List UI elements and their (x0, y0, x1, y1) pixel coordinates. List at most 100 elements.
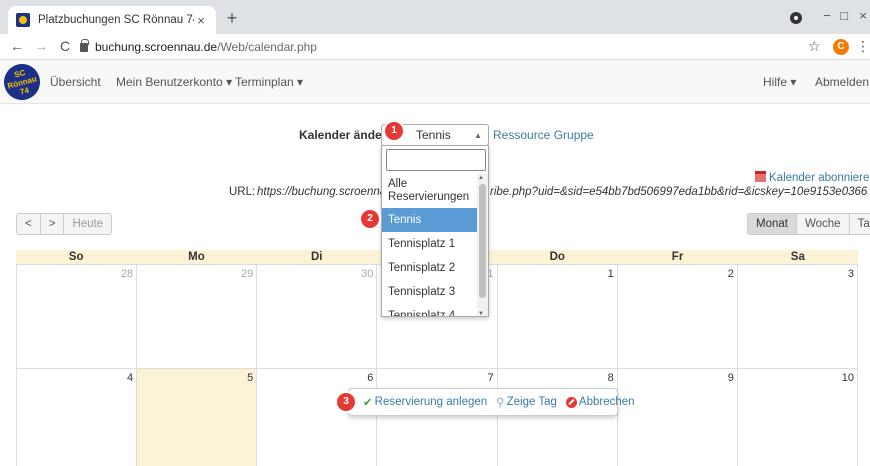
nav-my-account[interactable]: Mein Benutzerkonto ▾ (116, 75, 232, 89)
day-cell[interactable]: 9 (616, 368, 737, 466)
option-court-1[interactable]: Tennisplatz 1 (382, 232, 478, 256)
site-favicon-icon (16, 13, 30, 27)
close-window-icon[interactable]: × (851, 8, 870, 23)
calendar-icon (755, 171, 766, 182)
close-tab-icon[interactable]: × (194, 13, 208, 28)
url-host: buchung.scroennau.de (95, 40, 218, 54)
cancel-label: Abbrechen (578, 396, 635, 408)
day-cell[interactable]: 28 (16, 264, 137, 368)
day-cell[interactable]: 4 (16, 368, 137, 466)
weekday-sat: Sa (790, 251, 805, 263)
checkmark-icon: ✔ (363, 397, 373, 409)
option-all-reservations[interactable]: Alle Reservierungen (382, 174, 478, 208)
nav-schedule[interactable]: Terminplan ▾ (235, 75, 303, 89)
day-number: 7 (487, 372, 494, 384)
view-switch-group: Monat Woche Tag (747, 213, 870, 235)
day-number: 1 (607, 268, 614, 280)
ics-url-start: https://buchung.scroennau.d (257, 186, 381, 198)
select-caret-icon: ▲ (474, 131, 482, 140)
day-action-popup: ✔ Reservierung anlegen ⚲ Zeige Tag Abbrech… (348, 388, 635, 416)
browser-tab[interactable]: Platzbuchungen SC Rönnau 74 - × (8, 6, 216, 34)
day-cell[interactable]: 3 (736, 264, 858, 368)
weekday-tue: Di (310, 251, 323, 263)
step-badge-2: 2 (361, 210, 379, 228)
today-button[interactable]: Heute (64, 214, 111, 234)
new-tab-icon[interactable]: + (222, 8, 242, 29)
create-reservation-button[interactable]: ✔ Reservierung anlegen (363, 395, 487, 409)
scroll-down-icon[interactable]: ▼ (478, 311, 484, 316)
forward-arrow-icon[interactable]: → (32, 38, 50, 54)
day-number: 3 (847, 268, 854, 280)
option-tennis[interactable]: Tennis (382, 208, 478, 232)
resource-group-link[interactable]: Ressource Gruppe (493, 128, 594, 142)
subscribe-calendar-label: Kalender abonnieren (769, 172, 870, 184)
dropdown-search-input[interactable] (386, 149, 486, 171)
option-court-2[interactable]: Tennisplatz 2 (382, 256, 478, 280)
ics-url-end: ribe.php?uid=&sid=e54bb7bd506997eda1bb&r… (490, 186, 868, 198)
day-cell[interactable]: 6 (256, 368, 377, 466)
day-number: 8 (607, 372, 614, 384)
lock-icon (80, 38, 89, 52)
reload-icon[interactable]: C (56, 38, 74, 54)
cancel-icon (565, 396, 577, 408)
site-navbar: SC Rönnau 74 Übersicht Mein Benutzerkont… (0, 59, 870, 105)
magnifier-icon: ⚲ (496, 397, 505, 409)
day-number: 5 (247, 372, 254, 384)
dropdown-list: Alle Reservierungen Tennis Tennisplatz 1… (382, 174, 478, 316)
day-cell[interactable]: 29 (136, 264, 257, 368)
subscribe-calendar-link[interactable]: Kalender abonnieren (755, 171, 870, 184)
day-cell[interactable]: 7 (376, 368, 497, 466)
scrollbar-thumb[interactable] (479, 184, 486, 298)
day-cell[interactable]: 8 (496, 368, 617, 466)
dropdown-scrollbar[interactable]: ▲ ▼ (477, 174, 488, 316)
browser-profile-icon[interactable] (790, 12, 802, 24)
day-cell[interactable]: 1 (496, 264, 617, 368)
scroll-up-icon[interactable]: ▲ (478, 175, 484, 181)
calendar-select-value: Tennis (416, 128, 451, 142)
step-badge-3: 3 (337, 393, 355, 411)
view-month-button[interactable]: Monat (748, 214, 797, 234)
next-month-button[interactable]: > (41, 214, 65, 234)
url-field[interactable]: buchung.scroennau.de/Web/calendar.php (80, 38, 800, 56)
view-day-button[interactable]: Tag (850, 214, 870, 234)
nav-help[interactable]: Hilfe ▾ (763, 75, 796, 89)
bookmark-star-icon[interactable]: ☆ (808, 38, 821, 55)
day-number: 2 (727, 268, 734, 280)
nav-logout[interactable]: Abmelden (815, 75, 869, 89)
back-arrow-icon[interactable]: ← (8, 38, 26, 54)
day-cell[interactable]: 2 (616, 264, 737, 368)
day-number: 10 (841, 372, 854, 384)
day-number: 9 (727, 372, 734, 384)
option-court-3[interactable]: Tennisplatz 3 (382, 280, 478, 304)
show-day-label: Zeige Tag (506, 396, 557, 408)
weekday-fri: Fr (671, 251, 684, 263)
create-reservation-label: Reservierung anlegen (374, 396, 488, 408)
weekday-mon: Mo (188, 251, 205, 263)
day-cell-today[interactable]: 5 (136, 368, 257, 466)
day-cell[interactable]: 30 (256, 264, 377, 368)
day-number: 6 (367, 372, 374, 384)
browser-tabstrip: Platzbuchungen SC Rönnau 74 - × + − □ × (0, 0, 870, 34)
week-row-2: 4 5 6 7 8 9 10 (16, 368, 858, 466)
address-bar: ← → C buchung.scroennau.de/Web/calendar.… (0, 34, 870, 60)
prev-month-button[interactable]: < (17, 214, 41, 234)
change-calendar-label: Kalender ändern (299, 128, 394, 142)
day-cell[interactable]: 10 (736, 368, 858, 466)
weekday-thu: Do (549, 251, 565, 263)
cancel-button[interactable]: Abbrechen (565, 396, 635, 408)
weekday-sun: So (68, 251, 84, 263)
step-badge-1: 1 (385, 122, 403, 140)
nav-overview[interactable]: Übersicht (50, 75, 101, 89)
calendar-dropdown: Alle Reservierungen Tennis Tennisplatz 1… (381, 145, 489, 317)
option-court-4[interactable]: Tennisplatz 4 (382, 304, 478, 316)
view-week-button[interactable]: Woche (797, 214, 850, 234)
profile-avatar[interactable]: C (833, 39, 849, 55)
day-number: 29 (241, 268, 254, 280)
url-path: /Web/calendar.php (217, 40, 317, 54)
club-logo[interactable]: SC Rönnau 74 (0, 59, 45, 105)
day-number: 30 (361, 268, 374, 280)
show-day-button[interactable]: ⚲ Zeige Tag (496, 395, 557, 409)
calendar-nav-group: < > Heute (16, 213, 113, 235)
day-number: 4 (127, 372, 134, 384)
browser-menu-icon[interactable]: ⋮ (856, 38, 870, 55)
